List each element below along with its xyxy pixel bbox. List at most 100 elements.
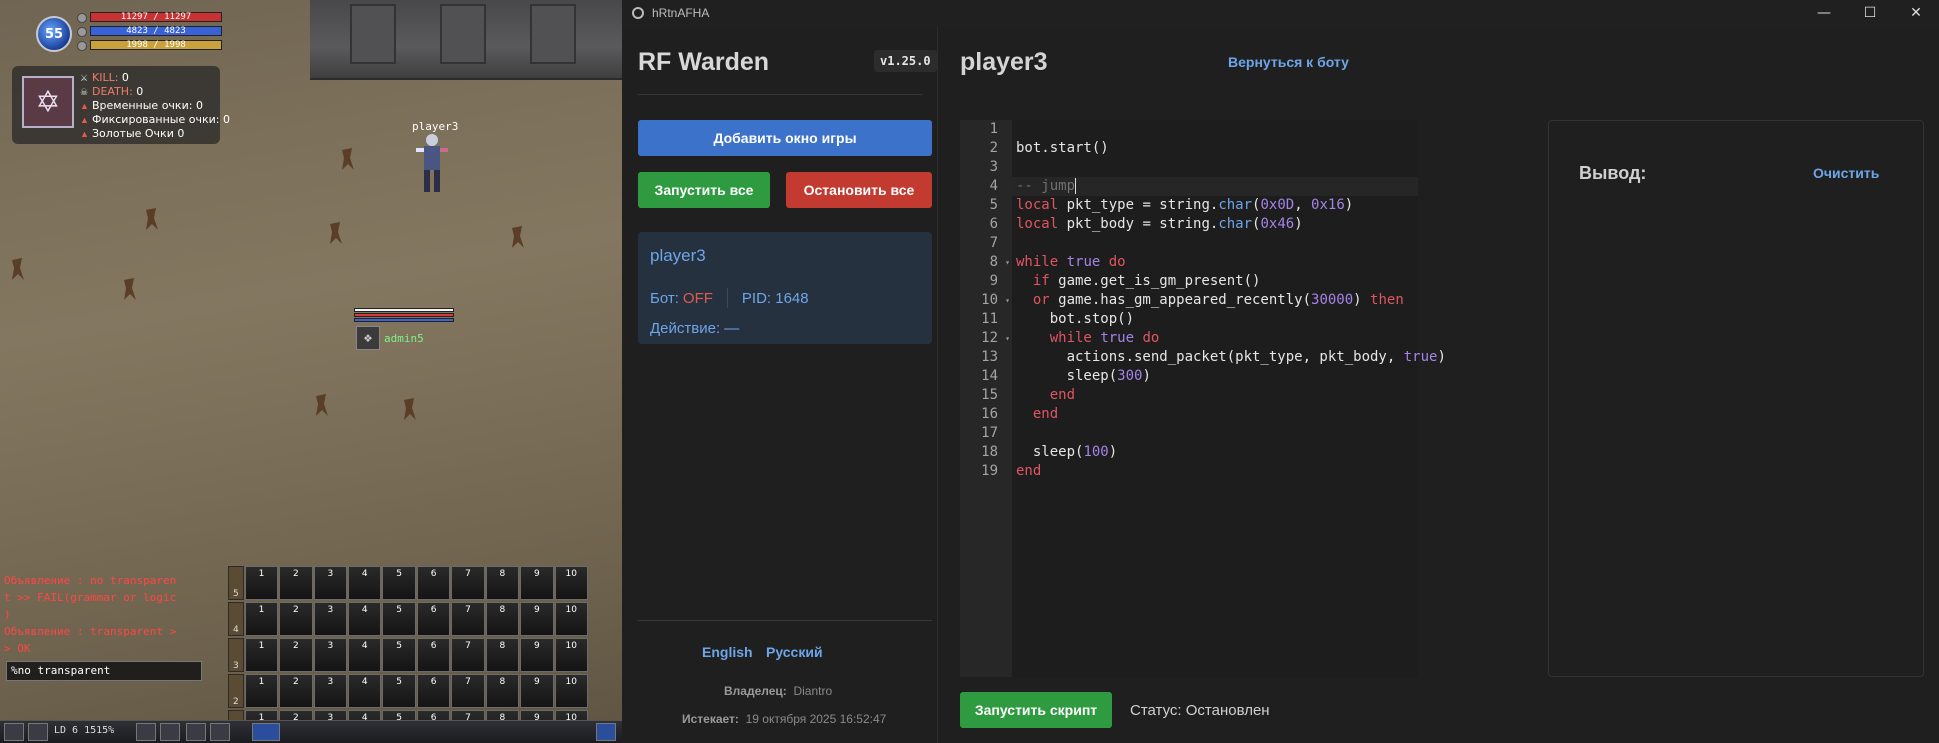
quick-slot[interactable] <box>186 723 206 741</box>
clear-output-link[interactable]: Очистить <box>1813 165 1879 181</box>
menu-button[interactable] <box>28 723 48 741</box>
hotbar-slot[interactable]: 3 <box>313 638 348 672</box>
hotbar-slot[interactable]: 7 <box>451 674 485 708</box>
hotbar-slot[interactable]: 6 <box>416 566 451 600</box>
hotbar-slot[interactable]: 5 <box>382 674 416 708</box>
pid-label: PID: 1648 <box>741 289 809 307</box>
close-button[interactable]: ✕ <box>1893 0 1939 26</box>
hotbar-slot[interactable]: 1 <box>244 566 279 600</box>
fold-chevron-icon[interactable]: ▾ <box>1005 329 1010 348</box>
add-game-window-button[interactable]: Добавить окно игры <box>638 120 932 156</box>
maximize-button[interactable]: ☐ <box>1847 0 1893 26</box>
quick-slot[interactable] <box>160 723 180 741</box>
hotbar-slot[interactable]: 10 <box>554 674 588 708</box>
monster[interactable] <box>326 220 344 246</box>
hotbar-slot[interactable]: 6 <box>416 638 451 672</box>
hotbar-slot[interactable]: 4 <box>348 566 382 600</box>
hotbar-slot[interactable]: 7 <box>451 602 485 636</box>
monster[interactable] <box>338 146 356 172</box>
player-character[interactable] <box>412 132 452 196</box>
hotbar-slot[interactable]: 9 <box>520 674 554 708</box>
line-number: 17 <box>981 425 998 441</box>
triangle-icon: ▲ <box>80 101 89 111</box>
code-area[interactable]: bot.start() -- jump local pkt_type = str… <box>1012 120 1446 481</box>
run-script-button[interactable]: Запустить скрипт <box>960 692 1112 728</box>
hotbar-slot[interactable]: 7 <box>451 638 485 672</box>
code-line: local pkt_body = string.char(0x46) <box>1016 216 1303 232</box>
hotbar-slot[interactable]: 10 <box>554 602 588 636</box>
quick-slot[interactable] <box>136 723 156 741</box>
hotbar-slot[interactable]: 2 <box>279 674 313 708</box>
hotbar-slot[interactable]: 5 <box>382 602 416 636</box>
fold-chevron-icon[interactable]: ▾ <box>1005 291 1010 310</box>
app-icon <box>632 7 644 19</box>
hotbar-slot[interactable]: 9 <box>520 638 554 672</box>
code-editor[interactable]: 1 2 3 4 5 6 7 8 ▾ 9 10 ▾ 11 12 ▾ 13 14 15 16 17 18 19 bot.sta… <box>960 120 1446 677</box>
hotbar-slot[interactable]: 8 <box>485 602 520 636</box>
corner-slot[interactable] <box>596 723 616 741</box>
hotbar-slot[interactable]: 8 <box>485 674 520 708</box>
script-status: Статус: Остановлен <box>1130 702 1270 719</box>
hotbar-slot[interactable]: 8 <box>485 566 520 600</box>
hotbar-slot[interactable]: 3 <box>313 602 348 636</box>
code-line: or game.has_gm_appeared_recently(30000) … <box>1032 292 1404 308</box>
chat-input[interactable]: %no transparent <box>6 661 202 681</box>
hotbar-slot[interactable]: 6 <box>416 602 451 636</box>
hotbar-slot[interactable]: 1 <box>244 602 279 636</box>
hotbar-slot[interactable]: 4 <box>348 674 382 708</box>
hotbar-slot[interactable]: 10 <box>554 638 588 672</box>
hotbar-slot[interactable]: 4 <box>348 602 382 636</box>
hotbar-slot[interactable]: 6 <box>416 674 451 708</box>
monster[interactable] <box>120 276 138 302</box>
hotbar-slot[interactable]: 1 <box>244 674 279 708</box>
fp-icon <box>77 27 87 37</box>
fp-value: 4823 / 4823 <box>126 26 186 36</box>
line-number: 18 <box>981 444 998 460</box>
monster[interactable] <box>312 392 330 418</box>
sp-bar: 1998 / 1998 <box>77 40 222 51</box>
hotbar-slot[interactable]: 2 <box>279 602 313 636</box>
hotbar-slot[interactable]: 9 <box>520 602 554 636</box>
start-all-button[interactable]: Запустить все <box>638 172 770 208</box>
back-to-bot-link[interactable]: Вернуться к боту <box>1228 54 1349 70</box>
hotbar-slot[interactable]: 3 <box>313 674 348 708</box>
chat-log: Объявление : no transparen t >> FAIL(gra… <box>4 572 224 657</box>
hotbar-slot[interactable]: 8 <box>485 638 520 672</box>
hotbar-slot[interactable]: 2 <box>279 638 313 672</box>
lang-russian-link[interactable]: Русский <box>766 644 823 660</box>
code-line: local pkt_type = string.char(0x0D, 0x16) <box>1016 197 1354 213</box>
divider <box>638 620 932 621</box>
admin-bar-white <box>354 308 454 312</box>
fold-chevron-icon[interactable]: ▾ <box>1005 253 1010 272</box>
title-bar: hRtnAFHA <box>622 0 1939 26</box>
stop-all-button[interactable]: Остановить все <box>786 172 932 208</box>
hotbar-slot[interactable]: 10 <box>554 566 588 600</box>
code-line: bot.start() <box>1016 140 1109 156</box>
sword-icon: ⚔ <box>80 73 89 83</box>
lang-english-link[interactable]: English <box>702 644 753 660</box>
monster[interactable] <box>400 396 418 422</box>
bot-card-status-line: Бот: OFF PID: 1648 <box>650 288 809 308</box>
hotbar-slot[interactable]: 4 <box>348 638 382 672</box>
hotbar-slot[interactable]: 2 <box>279 566 313 600</box>
menu-button[interactable] <box>4 723 24 741</box>
monster[interactable] <box>508 224 526 250</box>
monster[interactable] <box>142 206 160 232</box>
minimize-button[interactable]: — <box>1801 0 1847 26</box>
orb-slot[interactable] <box>252 723 280 741</box>
screen: 55 11297 / 11297 4823 / 4823 1998 / 1998… <box>0 0 1939 743</box>
hotbar-slot[interactable]: 7 <box>451 566 485 600</box>
hotbar-slot[interactable]: 5 <box>382 566 416 600</box>
hotbar-slot[interactable]: 3 <box>313 566 348 600</box>
hotbar-slot[interactable]: 5 <box>382 638 416 672</box>
game-viewport[interactable]: 55 11297 / 11297 4823 / 4823 1998 / 1998… <box>0 0 622 743</box>
monster[interactable] <box>8 256 26 282</box>
bot-card[interactable]: player3 Бот: OFF PID: 1648 Действие: — <box>638 232 932 344</box>
code-line: bot.stop() <box>1016 311 1135 327</box>
hotbar-slot[interactable]: 9 <box>520 566 554 600</box>
triangle-icon: ▲ <box>80 129 89 139</box>
hotbar-slot[interactable]: 1 <box>244 638 279 672</box>
line-number: 19 <box>981 463 998 479</box>
line-number: 15 <box>981 387 998 403</box>
quick-slot[interactable] <box>210 723 230 741</box>
